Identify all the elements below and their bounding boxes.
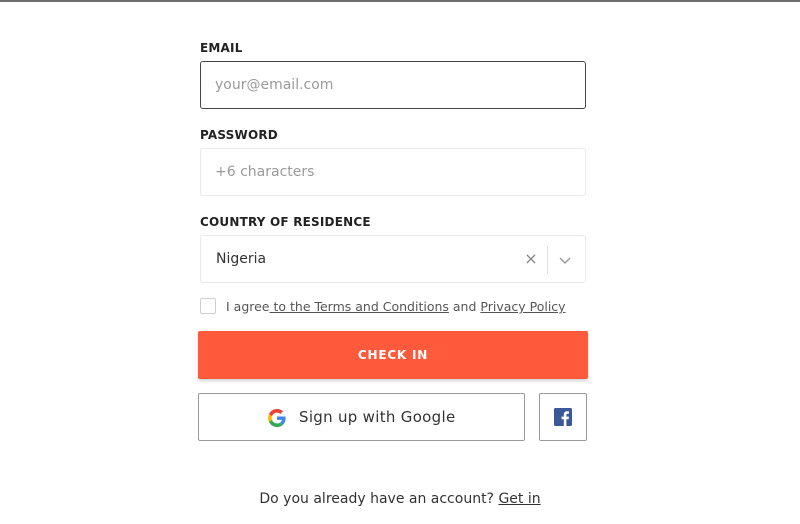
facebook-signup-button[interactable] <box>539 393 587 441</box>
privacy-policy-link[interactable]: Privacy Policy <box>480 299 565 314</box>
terms-conjunction: and <box>448 299 481 314</box>
get-in-link[interactable]: Get in <box>498 491 540 507</box>
facebook-icon <box>554 408 572 426</box>
chevron-down-icon[interactable] <box>555 250 575 270</box>
signin-question: Do you already have an account? <box>259 491 499 507</box>
google-signup-label: Sign up with Google <box>299 408 456 426</box>
terms-link[interactable]: to the Terms and Conditions <box>270 299 448 314</box>
country-selected-value: Nigeria <box>216 251 267 267</box>
country-select[interactable]: Nigeria × <box>200 235 586 283</box>
terms-text: I agree to the Terms and Conditions and … <box>226 299 566 314</box>
signin-prompt: Do you already have an account? Get in <box>0 491 800 507</box>
google-icon <box>268 409 286 427</box>
top-border <box>0 0 800 2</box>
terms-checkbox[interactable] <box>200 298 216 314</box>
clear-icon[interactable]: × <box>522 248 540 270</box>
email-label: EMAIL <box>200 41 243 55</box>
google-signup-button[interactable]: Sign up with Google <box>198 393 525 441</box>
password-label: PASSWORD <box>200 128 278 142</box>
select-separator <box>547 246 548 274</box>
check-in-button[interactable]: CHECK IN <box>198 331 588 379</box>
email-input[interactable] <box>200 61 586 109</box>
terms-prefix: I agree <box>226 299 270 314</box>
country-label: COUNTRY OF RESIDENCE <box>200 215 371 229</box>
terms-agreement: I agree to the Terms and Conditions and … <box>200 296 588 316</box>
password-input[interactable] <box>200 148 586 196</box>
